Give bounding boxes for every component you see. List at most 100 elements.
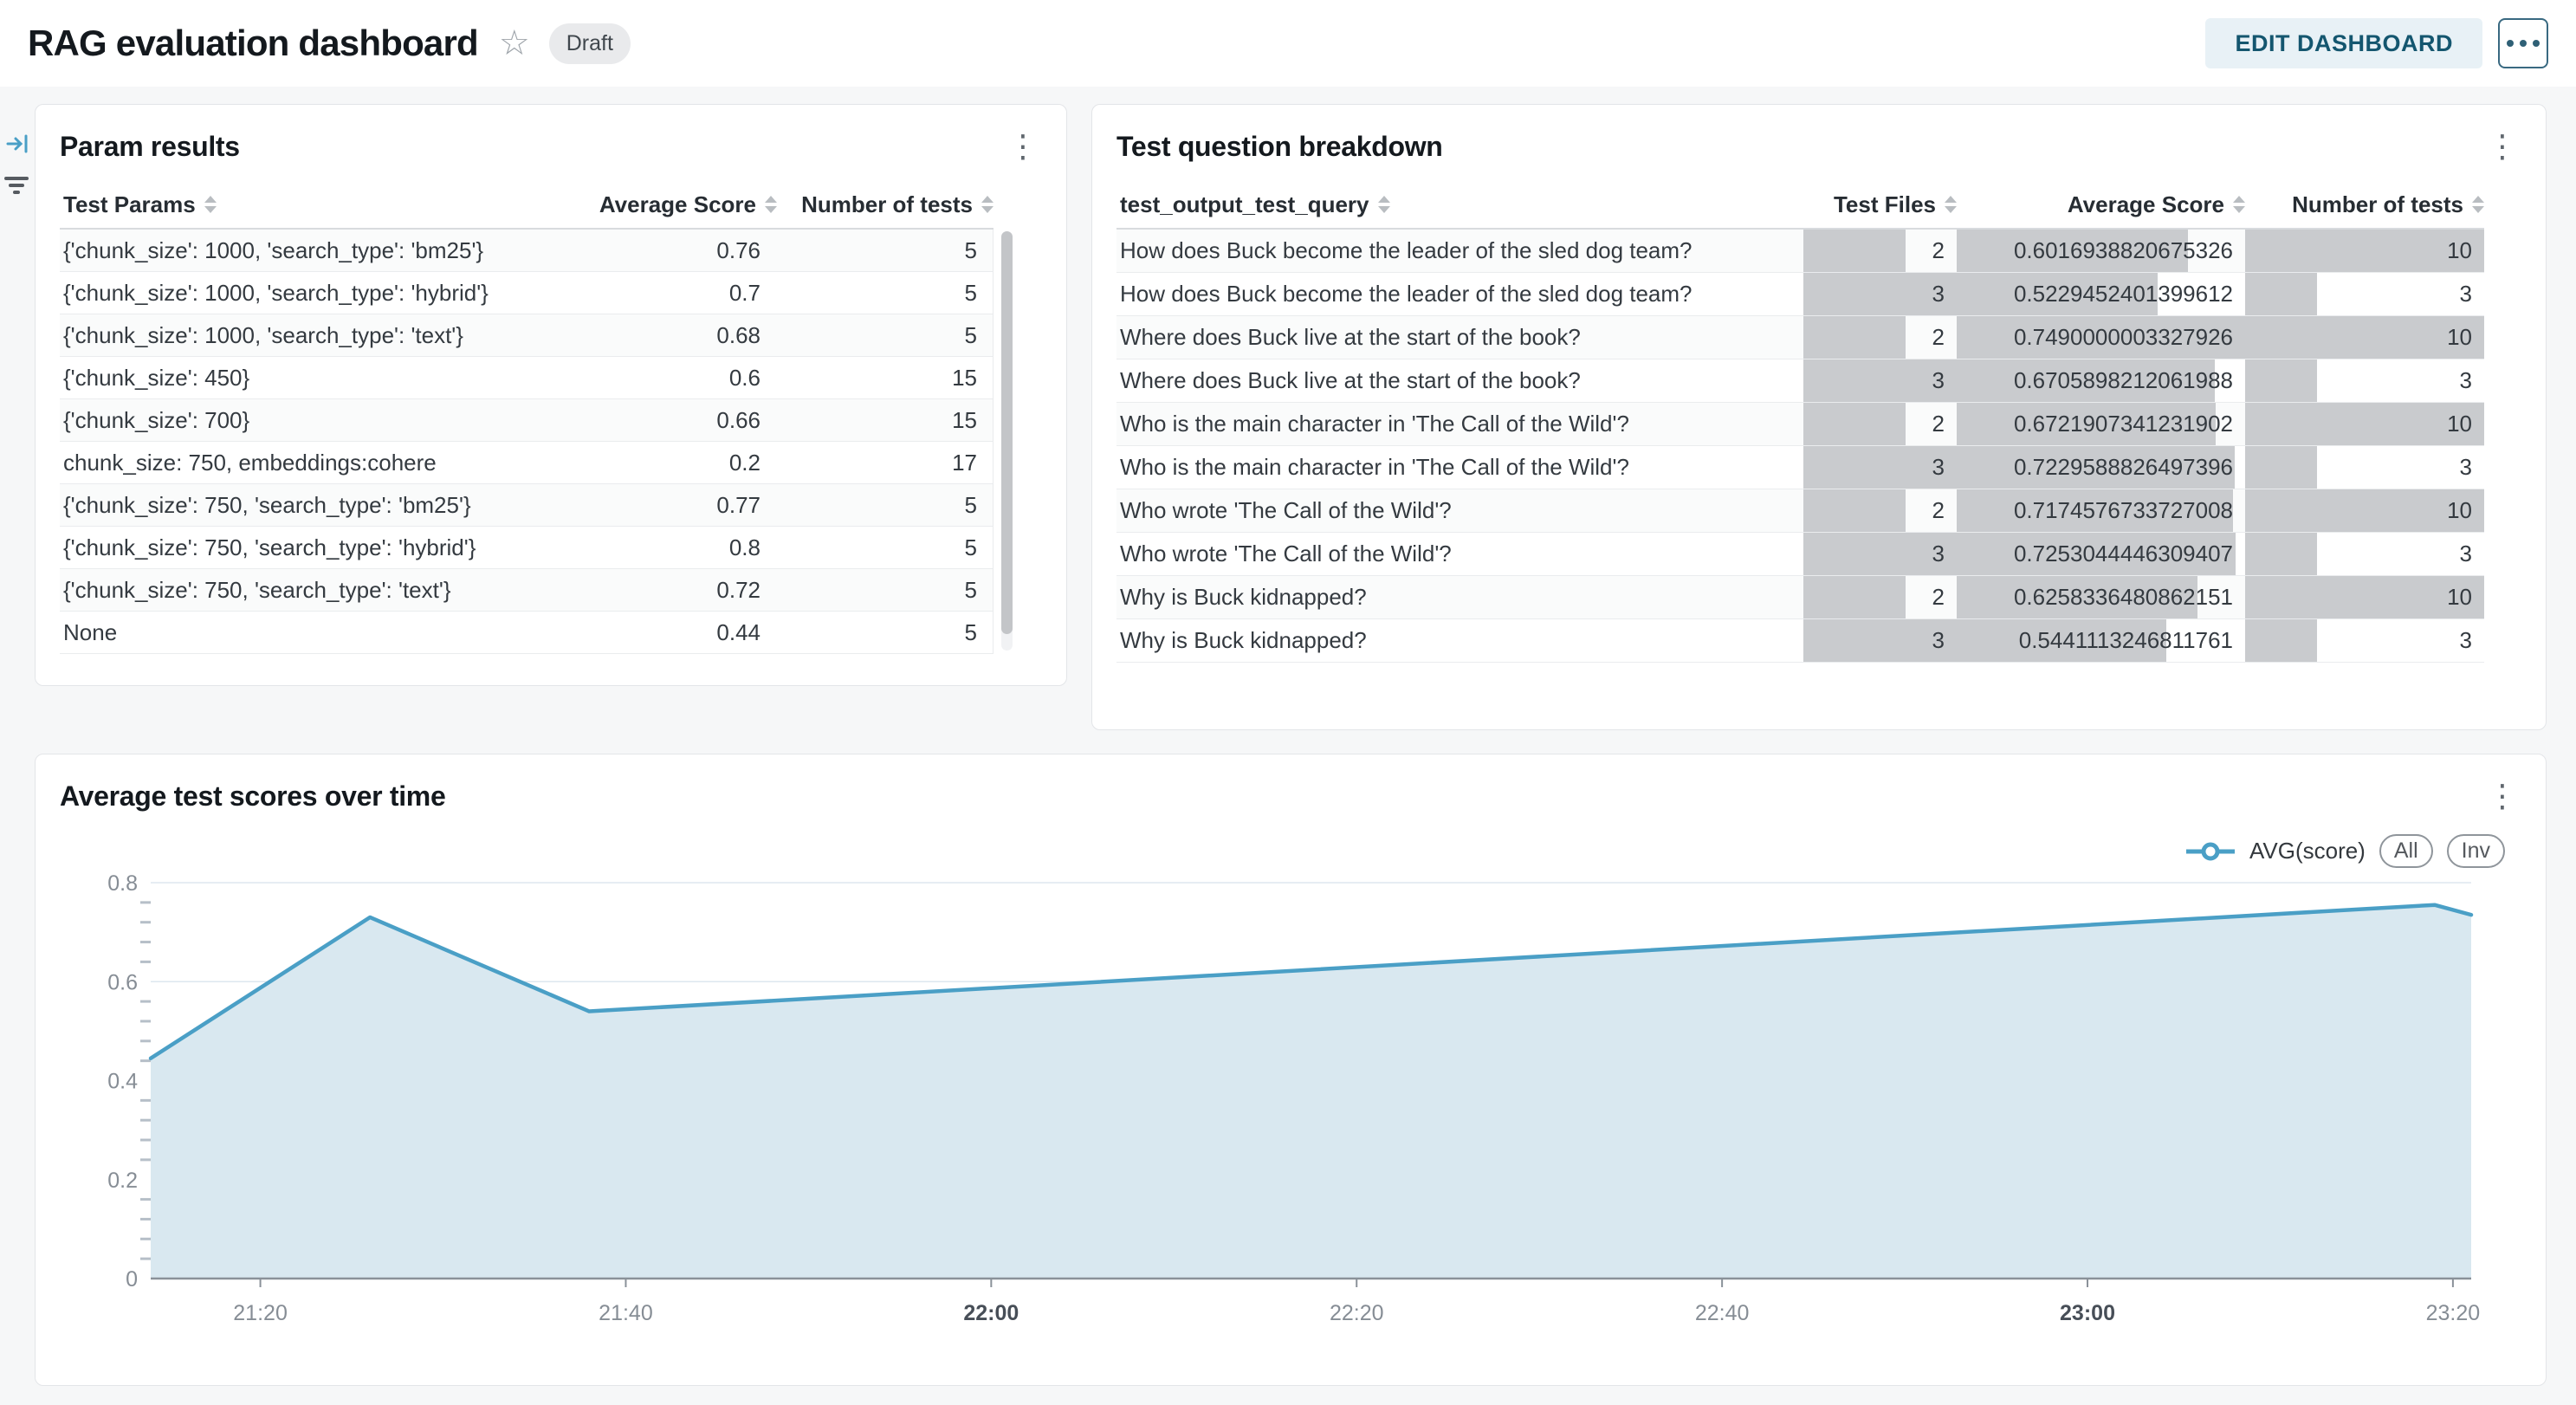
series-area-fill — [151, 905, 2471, 1279]
table-row[interactable]: {'chunk_size': 1000, 'search_type': 'tex… — [60, 314, 993, 357]
cell-number-of-tests: 5 — [776, 314, 993, 356]
test-question-breakdown-table-body: How does Buck become the leader of the s… — [1116, 230, 2484, 663]
column-header-average-score[interactable]: Average Score — [1957, 191, 2245, 218]
cell-average-score: 0.6721907341231902 — [1957, 403, 2245, 445]
cell-average-score: 0.8 — [534, 527, 776, 568]
cell-test-params: None — [60, 612, 534, 653]
cell-test-query: Who wrote 'The Call of the Wild'? — [1116, 533, 1803, 575]
filter-icon[interactable] — [3, 173, 29, 202]
test-question-breakdown-menu-icon[interactable]: ⋮ — [2480, 127, 2525, 165]
data-bar-value: 3 — [1803, 627, 1957, 654]
status-badge: Draft — [549, 23, 631, 64]
column-header-test-files[interactable]: Test Files — [1803, 191, 1957, 218]
table-row[interactable]: Where does Buck live at the start of the… — [1116, 316, 2484, 359]
sort-icon — [765, 196, 777, 213]
x-axis-label: 22:20 — [1330, 1301, 1384, 1325]
table-row[interactable]: {'chunk_size': 750, 'search_type': 'bm25… — [60, 484, 993, 527]
table-row[interactable]: {'chunk_size': 1000, 'search_type': 'hyb… — [60, 272, 993, 314]
cell-test-params: {'chunk_size': 750, 'search_type': 'text… — [60, 569, 534, 611]
y-minor-tick — [140, 941, 151, 943]
x-axis-label: 23:00 — [2060, 1301, 2115, 1325]
column-header-number-of-tests[interactable]: Number of tests — [777, 191, 994, 218]
y-minor-tick — [140, 1039, 151, 1042]
table-row[interactable]: How does Buck become the leader of the s… — [1116, 273, 2484, 316]
column-header-number-of-tests[interactable]: Number of tests — [2245, 191, 2484, 218]
cell-number-of-tests: 3 — [2245, 273, 2484, 315]
sort-icon — [204, 196, 217, 213]
cell-number-of-tests: 5 — [776, 230, 993, 271]
cell-average-score: 0.44 — [534, 612, 776, 653]
cell-average-score: 0.5441113246811761 — [1957, 619, 2245, 662]
test-question-breakdown-title: Test question breakdown — [1116, 131, 1443, 163]
cell-average-score: 0.6 — [534, 357, 776, 398]
table-row[interactable]: Who wrote 'The Call of the Wild'?30.7253… — [1116, 533, 2484, 576]
cell-average-score: 0.77 — [534, 484, 776, 526]
cell-number-of-tests: 15 — [776, 357, 993, 398]
cell-number-of-tests: 5 — [776, 569, 993, 611]
data-bar-value: 2 — [1803, 497, 1957, 524]
param-results-menu-icon[interactable]: ⋮ — [1000, 127, 1045, 165]
data-bar-value: 10 — [2245, 584, 2484, 611]
cell-number-of-tests: 15 — [776, 399, 993, 441]
sort-icon — [981, 196, 994, 213]
column-header-test-query[interactable]: test_output_test_query — [1116, 191, 1803, 218]
table-row[interactable]: {'chunk_size': 750, 'search_type': 'text… — [60, 569, 993, 612]
more-options-button[interactable] — [2498, 18, 2548, 68]
cell-test-params: {'chunk_size': 750, 'search_type': 'hybr… — [60, 527, 534, 568]
table-row[interactable]: None0.445 — [60, 612, 993, 654]
cell-test-params: {'chunk_size': 700} — [60, 399, 534, 441]
data-bar-value: 10 — [2245, 324, 2484, 351]
sort-icon — [1945, 196, 1957, 213]
column-header-average-score[interactable]: Average Score — [534, 191, 777, 218]
y-minor-tick — [140, 921, 151, 923]
collapse-panel-icon[interactable] — [6, 132, 30, 160]
cell-number-of-tests: 5 — [776, 272, 993, 314]
param-results-table-body: {'chunk_size': 1000, 'search_type': 'bm2… — [60, 230, 994, 654]
table-row[interactable]: {'chunk_size': 700}0.6615 — [60, 399, 993, 442]
y-axis-label: 0.6 — [107, 970, 138, 994]
cell-average-score: 0.7229588826497396 — [1957, 446, 2245, 489]
y-axis-label: 0.2 — [107, 1169, 138, 1193]
cell-number-of-tests: 10 — [2245, 403, 2484, 445]
table-row[interactable]: {'chunk_size': 1000, 'search_type': 'bm2… — [60, 230, 993, 272]
table-row[interactable]: {'chunk_size': 750, 'search_type': 'hybr… — [60, 527, 993, 569]
cell-test-files: 3 — [1803, 273, 1957, 315]
table-row[interactable]: Why is Buck kidnapped?20.625833648086215… — [1116, 576, 2484, 619]
y-minor-tick — [140, 1198, 151, 1201]
y-minor-tick — [140, 1158, 151, 1161]
table-row[interactable]: chunk_size: 750, embeddings:cohere0.217 — [60, 442, 993, 484]
param-results-table: Test Params Average Score Number of test… — [60, 181, 1013, 654]
cell-number-of-tests: 17 — [776, 442, 993, 483]
scrollbar-thumb[interactable] — [1001, 231, 1013, 634]
cell-number-of-tests: 3 — [2245, 533, 2484, 575]
top-bar: RAG evaluation dashboard ☆ Draft EDIT DA… — [0, 0, 2576, 87]
favorite-star-icon[interactable]: ☆ — [499, 26, 530, 61]
cell-average-score: 0.2 — [534, 442, 776, 483]
x-axis-label: 21:40 — [599, 1301, 653, 1325]
table-row[interactable]: How does Buck become the leader of the s… — [1116, 230, 2484, 273]
cell-test-files: 3 — [1803, 619, 1957, 662]
table-row[interactable]: Who is the main character in 'The Call o… — [1116, 403, 2484, 446]
data-bar-value: 10 — [2245, 497, 2484, 524]
table-row[interactable]: {'chunk_size': 450}0.615 — [60, 357, 993, 399]
cell-test-query: Why is Buck kidnapped? — [1116, 576, 1803, 618]
avg-scores-chart-card: Average test scores over time ⋮ AVG(scor… — [35, 754, 2547, 1386]
column-header-test-params[interactable]: Test Params — [60, 191, 534, 218]
edit-dashboard-button[interactable]: EDIT DASHBOARD — [2205, 18, 2482, 68]
sort-icon — [2233, 196, 2245, 213]
y-axis-label: 0 — [126, 1267, 138, 1292]
line-chart-plot: 00.20.40.60.821:2021:4022:0022:2022:4023… — [36, 754, 2547, 1387]
cell-test-query: How does Buck become the leader of the s… — [1116, 273, 1803, 315]
cell-average-score: 0.7 — [534, 272, 776, 314]
table-row[interactable]: Who wrote 'The Call of the Wild'?20.7174… — [1116, 489, 2484, 533]
table-scrollbar[interactable] — [1001, 231, 1013, 651]
table-row[interactable]: Who is the main character in 'The Call o… — [1116, 446, 2484, 489]
y-minor-tick — [140, 1059, 151, 1062]
table-row[interactable]: Why is Buck kidnapped?30.544111324681176… — [1116, 619, 2484, 663]
cell-test-params: {'chunk_size': 450} — [60, 357, 534, 398]
table-row[interactable]: Where does Buck live at the start of the… — [1116, 359, 2484, 403]
data-bar-value: 0.6016938820675326 — [1957, 237, 2245, 264]
page-title: RAG evaluation dashboard — [28, 23, 478, 64]
cell-average-score: 0.76 — [534, 230, 776, 271]
data-bar-value: 0.7229588826497396 — [1957, 454, 2245, 481]
